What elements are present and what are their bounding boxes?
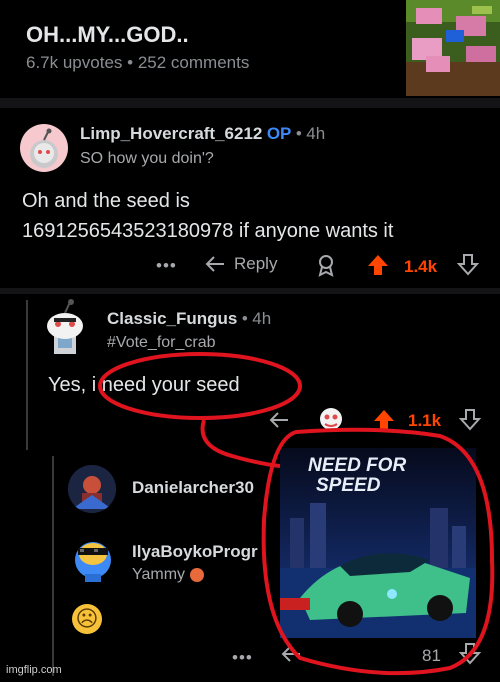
watermark-text: imgflip.com [6, 664, 62, 676]
red-annotation-circles [98, 352, 495, 676]
